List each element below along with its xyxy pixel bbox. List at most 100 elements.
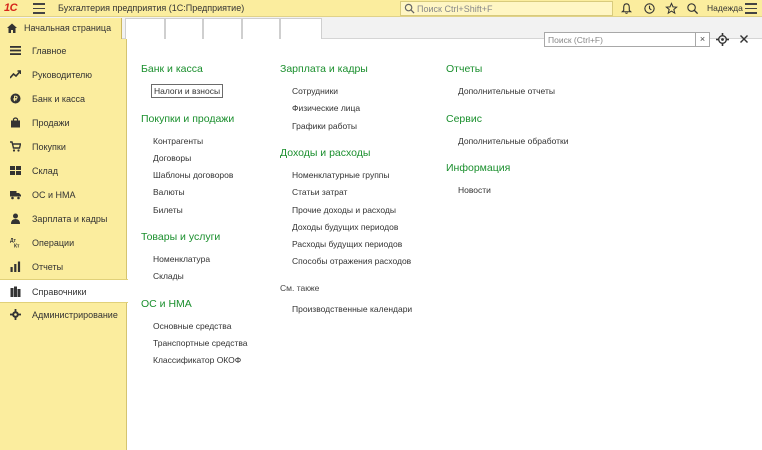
link-nomenclature-groups[interactable]: Номенклатурные группы	[292, 170, 390, 180]
coin-icon: ₽	[10, 93, 21, 104]
heading-service: Сервис	[446, 113, 482, 125]
current-user[interactable]: Надежда	[707, 3, 743, 13]
section-panel	[128, 39, 762, 450]
gear-icon	[10, 309, 21, 320]
link-other-income-expenses[interactable]: Прочие доходы и расходы	[292, 205, 396, 215]
favorites-star-icon[interactable]	[665, 2, 678, 15]
link-fixed-assets[interactable]: Основные средства	[153, 321, 231, 331]
see-also-label: См. также	[280, 283, 320, 293]
trend-icon	[10, 70, 21, 79]
svg-text:Кт: Кт	[14, 244, 20, 249]
link-contract-templates[interactable]: Шаблоны договоров	[153, 170, 233, 180]
global-search-input[interactable]: Поиск Ctrl+Shift+F	[400, 1, 613, 16]
link-individuals[interactable]: Физические лица	[292, 103, 360, 113]
link-taxes-contributions[interactable]: Налоги и взносы	[151, 84, 224, 98]
tab-open-window[interactable]	[280, 18, 322, 39]
home-icon	[7, 23, 17, 33]
search-history-icon[interactable]	[686, 2, 699, 15]
tab-open-window[interactable]	[203, 18, 242, 39]
link-deferred-expenses[interactable]: Расходы будущих периодов	[292, 239, 402, 249]
panel-search-input[interactable]: Поиск (Ctrl+F)	[544, 32, 696, 47]
tab-home-page[interactable]: Начальная страница	[0, 18, 122, 39]
link-counterparties[interactable]: Контрагенты	[153, 136, 203, 146]
sidebar-item-manager[interactable]: Руководителю	[0, 63, 127, 87]
history-icon[interactable]	[643, 2, 656, 15]
tab-open-window[interactable]	[165, 18, 203, 39]
sidebar-item-warehouse[interactable]: Склад	[0, 159, 127, 183]
link-additional-processing[interactable]: Дополнительные обработки	[458, 136, 568, 146]
global-search-placeholder: Поиск Ctrl+Shift+F	[417, 4, 493, 14]
sidebar-item-sales[interactable]: Продажи	[0, 111, 127, 135]
sidebar-item-operations[interactable]: Дт Кт Операции	[0, 231, 127, 255]
sidebar-item-reports[interactable]: Отчеты	[0, 255, 127, 279]
sidebar-item-label: Склад	[32, 166, 59, 176]
sections-panel: Главное Руководителю ₽ Банк и касса Прод…	[0, 39, 128, 450]
link-deferred-income[interactable]: Доходы будущих периодов	[292, 222, 398, 232]
sidebar-item-administration[interactable]: Администрирование	[0, 303, 127, 327]
sidebar-item-label: Операции	[32, 238, 75, 248]
sidebar-item-label: Покупки	[32, 142, 66, 152]
sidebar-item-label: Главное	[32, 46, 67, 56]
app-title: Бухгалтерия предприятия (1С:Предприятие)	[58, 3, 245, 13]
link-currencies[interactable]: Валюты	[153, 187, 185, 197]
link-okof-classifier[interactable]: Классификатор ОКОФ	[153, 355, 241, 365]
heading-bank-cash: Банк и касса	[141, 63, 203, 75]
sidebar-item-label: Администрирование	[32, 310, 118, 320]
heading-goods-services: Товары и услуги	[141, 231, 221, 243]
sidebar-item-label: Отчеты	[32, 262, 64, 272]
sidebar-item-label: Справочники	[32, 287, 87, 297]
heading-income-expenses: Доходы и расходы	[280, 147, 371, 159]
sidebar-item-label: Банк и касса	[32, 94, 85, 104]
books-icon	[10, 286, 21, 297]
sidebar-item-label: Руководителю	[32, 70, 93, 80]
heading-reports: Отчеты	[446, 63, 483, 75]
link-cost-items[interactable]: Статьи затрат	[292, 187, 347, 197]
warehouse-icon	[10, 166, 21, 175]
tab-home-label: Начальная страница	[24, 23, 112, 33]
link-work-schedules[interactable]: Графики работы	[292, 121, 357, 131]
sidebar-item-main[interactable]: Главное	[0, 39, 127, 63]
close-icon[interactable]	[738, 33, 750, 45]
link-employees[interactable]: Сотрудники	[292, 86, 338, 96]
sidebar-item-salary[interactable]: Зарплата и кадры	[0, 207, 127, 231]
link-additional-reports[interactable]: Дополнительные отчеты	[458, 86, 555, 96]
panel-search-placeholder: Поиск (Ctrl+F)	[548, 35, 603, 45]
tab-open-window[interactable]	[125, 18, 165, 39]
sidebar-item-purchases[interactable]: Покупки	[0, 135, 127, 159]
link-vehicles[interactable]: Транспортные средства	[153, 338, 248, 348]
sidebar-item-bank[interactable]: ₽ Банк и касса	[0, 87, 127, 111]
link-tickets[interactable]: Билеты	[153, 205, 183, 215]
panel-settings-gear-icon[interactable]	[716, 33, 729, 46]
bag-icon	[11, 117, 20, 128]
link-warehouses[interactable]: Склады	[153, 271, 184, 281]
operations-icon: ДтКт	[10, 238, 20, 249]
link-expense-methods[interactable]: Способы отражения расходов	[292, 256, 411, 266]
sidebar-item-fixed-assets[interactable]: ОС и НМА	[0, 183, 127, 207]
settings-menu-icon[interactable]	[745, 3, 757, 14]
sidebar-item-references[interactable]: Справочники	[0, 279, 128, 303]
bar-chart-icon	[10, 261, 21, 272]
heading-salary-hr: Зарплата и кадры	[280, 63, 368, 75]
tab-open-window[interactable]	[242, 18, 280, 39]
link-contracts[interactable]: Договоры	[153, 153, 191, 163]
bell-icon[interactable]	[620, 2, 633, 15]
heading-fixed-assets: ОС и НМА	[141, 298, 192, 310]
person-icon	[11, 213, 20, 224]
app-logo: 1С	[4, 2, 18, 14]
heading-purchases-sales: Покупки и продажи	[141, 113, 235, 125]
sidebar-item-label: Зарплата и кадры	[32, 214, 108, 224]
link-nomenclature[interactable]: Номенклатура	[153, 254, 210, 264]
title-bar: 1С Бухгалтерия предприятия (1С:Предприят…	[0, 0, 762, 17]
heading-information: Информация	[446, 162, 511, 174]
cart-icon	[10, 141, 21, 152]
menu-lines-icon	[10, 46, 21, 55]
main-menu-icon[interactable]	[33, 3, 45, 14]
link-news[interactable]: Новости	[458, 185, 491, 195]
link-production-calendars[interactable]: Производственные календари	[292, 304, 412, 314]
svg-text:₽: ₽	[13, 95, 18, 103]
clear-search-button[interactable]: ×	[696, 32, 710, 47]
truck-icon	[10, 191, 21, 200]
sidebar-item-label: ОС и НМА	[32, 190, 76, 200]
sidebar-item-label: Продажи	[32, 118, 70, 128]
search-icon	[404, 3, 415, 14]
